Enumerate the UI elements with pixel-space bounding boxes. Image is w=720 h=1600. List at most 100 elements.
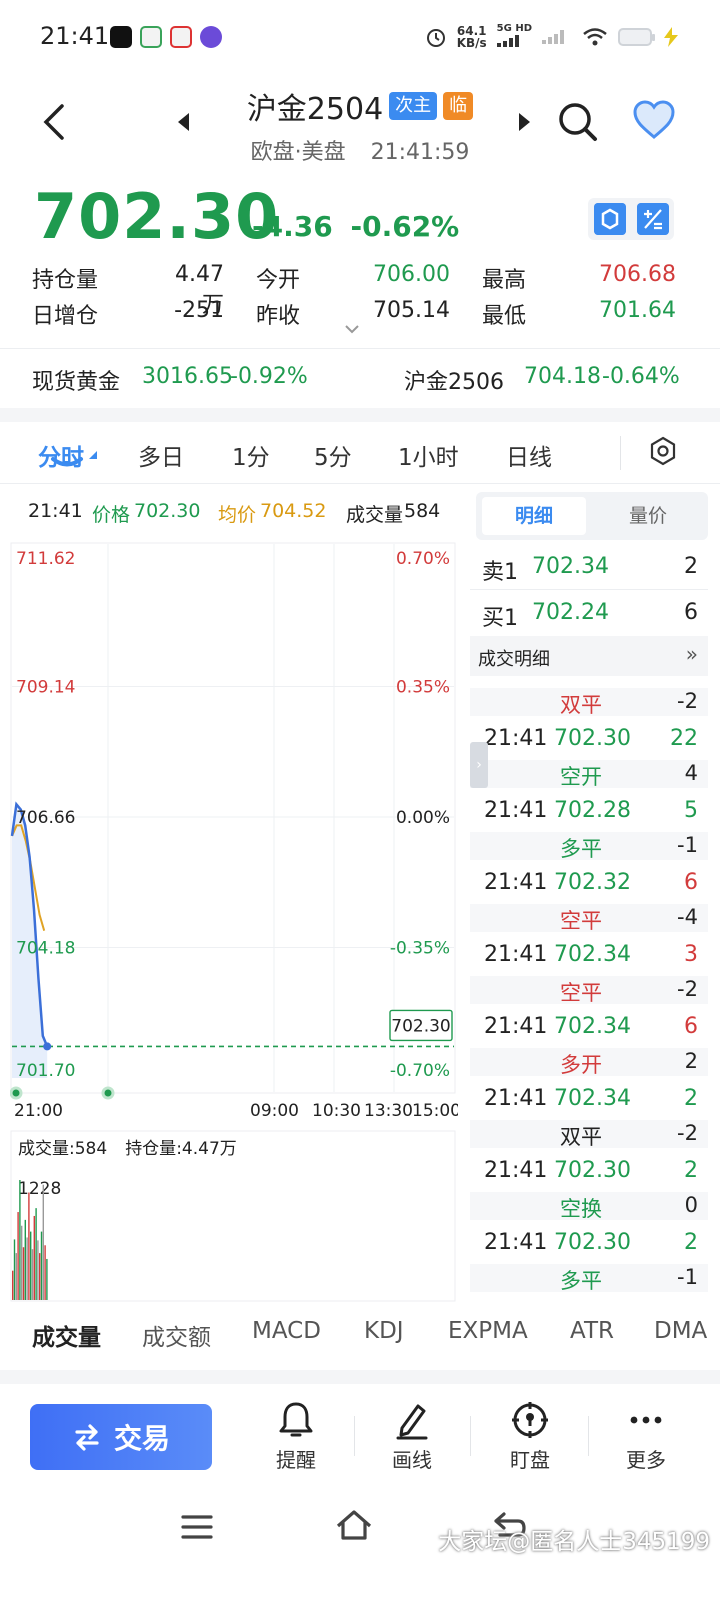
indicator-tab-volume[interactable]: 成交量	[32, 1318, 101, 1352]
indicator-tab-expma[interactable]: EXPMA	[448, 1318, 528, 1344]
related-quotes[interactable]: 现货黄金 3016.65 -0.92% 沪金2506 704.18 -0.64%	[32, 360, 680, 396]
panel-tabs: 明细 量价	[476, 492, 708, 540]
tab-trade-detail[interactable]: 明细	[482, 497, 586, 535]
contract-title-line: 沪金2504 次主 临	[247, 84, 474, 128]
trade-type: 空开	[560, 765, 602, 789]
trade-type: 双平	[560, 693, 602, 717]
calculator-icon[interactable]	[636, 203, 669, 235]
volume-bar	[21, 1225, 23, 1300]
trade-row: 21:41 702.34 3	[484, 942, 698, 974]
trade-type: 多平	[560, 1269, 602, 1293]
trade-time: 21:41	[484, 1230, 548, 1255]
draw-line-button[interactable]: 画线	[362, 1400, 462, 1480]
trade-price: 702.30	[554, 726, 631, 751]
y-axis-tick-left: 711.62	[16, 549, 75, 569]
price-change: -4.36 -0.62%	[252, 210, 459, 243]
tab-1min[interactable]: 1分	[232, 438, 270, 472]
provisional-badge: 临	[443, 92, 474, 120]
more-button[interactable]: 更多	[596, 1400, 696, 1480]
favorite-heart-icon[interactable]	[632, 100, 676, 140]
section-gap	[0, 408, 720, 422]
ask-qty: 2	[684, 554, 698, 579]
daily-oi-change-label: 日增仓	[32, 304, 99, 329]
watch-button[interactable]: 盯盘	[480, 1400, 580, 1480]
info-avg-label: 均价	[218, 504, 257, 526]
prev-close-label: 昨收	[256, 304, 301, 329]
indicator-tab-atr[interactable]: ATR	[570, 1318, 614, 1344]
low-label: 最低	[482, 304, 527, 329]
next-contract-arrow-icon[interactable]	[516, 112, 532, 132]
trade-button[interactable]: 交易	[30, 1404, 212, 1470]
stats-row-1: 持仓量 4.47万 今开 706.00 最高 706.68	[32, 262, 676, 318]
volume-bar	[13, 1239, 16, 1300]
section-gap	[0, 1370, 720, 1384]
app-notification-icon	[140, 26, 162, 48]
watch-label: 盯盘	[510, 1448, 550, 1472]
trade-type-row: 空平 -4	[470, 904, 708, 933]
bid-price: 702.24	[532, 600, 609, 625]
volume-chart[interactable]: 成交量:584 持仓量:4.47万 1228	[10, 1130, 458, 1302]
trade-type-qty: -1	[677, 1265, 698, 1289]
trades-more-icon[interactable]: »	[686, 642, 698, 666]
indicator-tab-turnover[interactable]: 成交额	[142, 1318, 211, 1352]
tab-volume-price[interactable]: 量价	[596, 497, 700, 535]
trade-type-row: 双平 -2	[470, 1120, 708, 1149]
trade-qty: 22	[670, 726, 698, 751]
trades-header[interactable]: 成交明细 »	[470, 636, 708, 676]
tab-dropdown-icon	[89, 451, 97, 459]
current-price-tag: 702.30	[391, 1016, 450, 1036]
more-dots-icon	[630, 1416, 662, 1424]
trade-time: 21:41	[484, 1086, 548, 1111]
trade-type-row: 空换 0	[470, 1192, 708, 1221]
remind-button[interactable]: 提醒	[246, 1400, 346, 1480]
trade-time: 21:41	[484, 1014, 548, 1039]
remind-label: 提醒	[276, 1448, 316, 1472]
related-contract-value: 704.18	[524, 364, 601, 389]
info-price-label: 价格	[92, 504, 131, 526]
volume-max-tick: 1228	[18, 1179, 61, 1199]
trade-type: 空换	[560, 1197, 602, 1221]
info-vol: 584	[404, 500, 441, 522]
divider	[588, 1416, 589, 1456]
session-marker-dot	[101, 1086, 115, 1100]
tab-daily[interactable]: 日线	[506, 438, 552, 472]
tab-5min[interactable]: 5分	[314, 438, 352, 472]
home-icon[interactable]	[334, 1508, 374, 1542]
trade-type: 多开	[560, 1053, 602, 1077]
app-notification-icon-3	[200, 26, 222, 48]
expand-chevron-icon[interactable]	[344, 324, 360, 334]
menu-icon[interactable]	[180, 1512, 214, 1542]
open-interest-label: 持仓量	[32, 268, 99, 293]
tab-1hour[interactable]: 1小时	[398, 438, 459, 472]
indicator-tab-kdj[interactable]: KDJ	[364, 1318, 404, 1344]
ask-label: 卖1	[482, 560, 518, 585]
settings-hexagon-icon[interactable]	[648, 436, 678, 466]
trade-type-qty: 0	[684, 1193, 698, 1217]
battery-icon	[618, 28, 655, 46]
indicator-tab-dma[interactable]: DMA	[654, 1318, 707, 1344]
trade-type-row: 多开 2	[470, 1048, 708, 1077]
volume-bar	[17, 1212, 19, 1300]
contract-header: 沪金2504 次主 临 欧盘·美盘 21:41:59	[0, 84, 720, 166]
session-line: 欧盘·美盘 21:41:59	[0, 134, 720, 166]
panel-collapse-handle[interactable]: ›	[470, 742, 488, 788]
trade-type-row: 双平 -2	[470, 688, 708, 717]
trade-row: 21:41 702.34 2	[484, 1086, 698, 1118]
volume-bar	[37, 1240, 39, 1300]
trade-type-row: 空平 -2	[470, 976, 708, 1005]
trade-qty: 6	[684, 1014, 698, 1039]
high-value: 706.68	[599, 262, 676, 287]
indicator-tab-macd[interactable]: MACD	[252, 1318, 321, 1344]
chart-frame	[10, 542, 456, 1094]
trade-type: 多平	[560, 837, 602, 861]
tab-multi-day[interactable]: 多日	[138, 438, 184, 472]
trade-row: 21:41 702.32 6	[484, 870, 698, 902]
intraday-price-chart[interactable]: 711.62 709.14 706.66 704.18 701.70 0.70% 0.35…	[10, 542, 458, 1122]
sync-icon[interactable]	[593, 203, 626, 235]
search-icon[interactable]	[556, 100, 600, 144]
trade-row: 21:41 702.30 2	[484, 1158, 698, 1190]
volume-bar	[12, 1270, 14, 1300]
divider	[354, 1416, 355, 1456]
trade-time: 21:41	[484, 726, 548, 751]
more-label: 更多	[626, 1448, 666, 1472]
